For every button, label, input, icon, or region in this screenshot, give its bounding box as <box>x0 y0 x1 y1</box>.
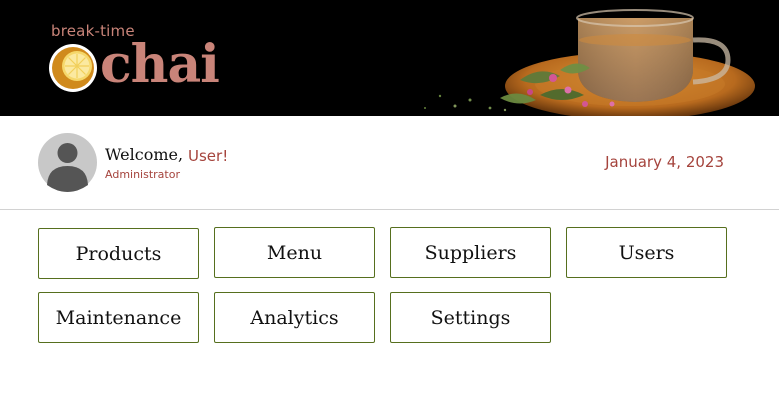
maintenance-button[interactable]: Maintenance <box>38 292 199 343</box>
user-role: Administrator <box>105 168 180 181</box>
username: User! <box>188 147 229 165</box>
suppliers-button[interactable]: Suppliers <box>390 227 551 278</box>
settings-button[interactable]: Settings <box>390 292 551 343</box>
lemon-cup-icon <box>49 44 97 92</box>
current-date: January 4, 2023 <box>605 153 724 171</box>
menu-button[interactable]: Menu <box>214 227 375 278</box>
avatar[interactable] <box>38 133 97 192</box>
products-button[interactable]: Products <box>38 228 199 279</box>
analytics-button[interactable]: Analytics <box>214 292 375 343</box>
welcome-text: Welcome, <box>105 145 184 164</box>
header-banner: break-time chai <box>0 0 779 116</box>
logo-wordmark: chai <box>100 34 220 95</box>
users-button[interactable]: Users <box>566 227 727 278</box>
user-info-bar: Welcome, User! Administrator January 4, … <box>0 116 779 210</box>
